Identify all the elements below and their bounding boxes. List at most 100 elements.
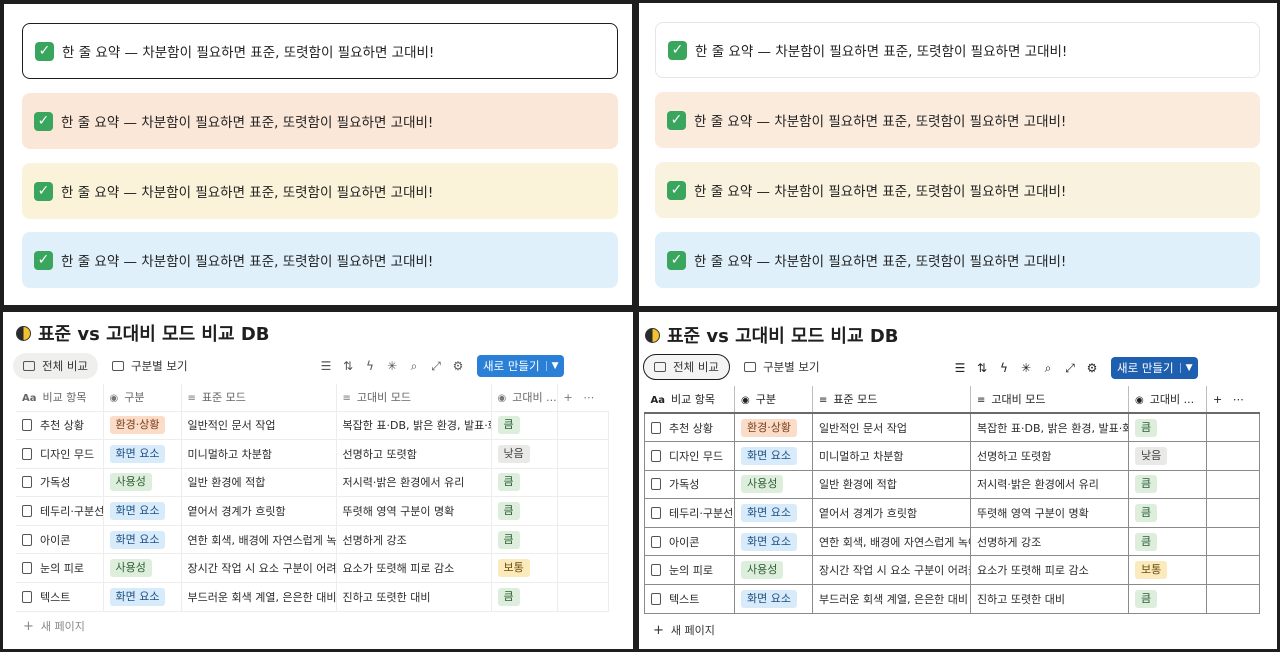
column-header-high-contrast[interactable]: ≡ 고대비 모드 xyxy=(970,386,1129,414)
cell-rating[interactable]: 큼 xyxy=(491,410,558,440)
cell-item[interactable]: 텍스트 xyxy=(644,584,735,614)
cell-standard[interactable]: 일반 환경에 적합 xyxy=(812,469,971,500)
table-row[interactable]: 아이콘 화면 요소 연한 회색, 배경에 자연스럽게 녹아 선명하게 강조 큼 xyxy=(644,526,1260,557)
column-header-item[interactable]: Aa 비교 항목 xyxy=(16,384,104,411)
column-header-rating[interactable]: ◉ 고대비 ... xyxy=(491,384,558,411)
cell-standard[interactable]: 일반적인 문서 작업 xyxy=(181,410,337,440)
filter-icon[interactable]: ☰ xyxy=(315,359,337,373)
cell-item[interactable]: 디자인 무드 xyxy=(644,441,735,471)
column-header-category[interactable]: ◉ 구분 xyxy=(103,384,182,411)
cell-high-contrast[interactable]: 선명하고 또렷함 xyxy=(970,441,1129,471)
cell-category[interactable]: 화면 요소 xyxy=(103,524,182,554)
automation-icon[interactable]: ϟ xyxy=(359,359,381,373)
column-header-standard[interactable]: ≡ 표준 모드 xyxy=(812,386,971,414)
table-row[interactable]: 가독성 사용성 일반 환경에 적합 저시력·밝은 환경에서 유리 큼 xyxy=(644,469,1260,500)
cell-standard[interactable]: 연한 회색, 배경에 자연스럽게 녹아 xyxy=(181,524,337,554)
new-button[interactable]: 새로 만들기 ▼ xyxy=(1111,357,1198,379)
cell-high-contrast[interactable]: 요소가 또렷해 피로 감소 xyxy=(970,555,1129,586)
add-column-icon[interactable]: + xyxy=(564,391,573,404)
cell-high-contrast[interactable]: 선명하게 강조 xyxy=(336,524,492,554)
cell-standard[interactable]: 옅어서 경계가 흐릿함 xyxy=(812,498,971,528)
sparkle-icon[interactable]: ✳ xyxy=(1015,361,1037,375)
cell-item[interactable]: 아이콘 xyxy=(16,524,104,554)
cell-item[interactable]: 디자인 무드 xyxy=(16,439,104,469)
cell-rating[interactable]: 보통 xyxy=(491,553,558,583)
cell-high-contrast[interactable]: 뚜렷해 영역 구분이 명확 xyxy=(970,498,1129,528)
callout-blue[interactable]: ✓ 한 줄 요약 — 차분함이 필요하면 표준, 또렷함이 필요하면 고대비! xyxy=(655,232,1260,288)
automation-icon[interactable]: ϟ xyxy=(993,361,1015,375)
search-icon[interactable]: ⌕ xyxy=(403,359,425,374)
cell-rating[interactable]: 낮음 xyxy=(491,439,558,469)
cell-item[interactable]: 눈의 피로 xyxy=(644,555,735,586)
cell-category[interactable]: 화면 요소 xyxy=(103,496,182,526)
table-row[interactable]: 추천 상황 환경·상황 일반적인 문서 작업 복잡한 표·DB, 밝은 환경, 발표·… xyxy=(644,412,1260,443)
callout-default[interactable]: ✓ 한 줄 요약 — 차분함이 필요하면 표준, 또렷함이 필요하면 고대비! xyxy=(22,23,618,79)
cell-rating[interactable]: 큼 xyxy=(491,524,558,554)
cell-rating[interactable]: 낮음 xyxy=(1128,441,1207,471)
cell-rating[interactable]: 큼 xyxy=(491,582,558,612)
cell-item[interactable]: 테두리·구분선 xyxy=(644,498,735,528)
cell-standard[interactable]: 부드러운 회색 계열, 은은한 대비 xyxy=(181,582,337,612)
column-header-category[interactable]: ◉ 구분 xyxy=(734,386,813,414)
filter-icon[interactable]: ☰ xyxy=(949,361,971,375)
expand-icon[interactable]: ⤢ xyxy=(425,359,447,374)
callout-orange[interactable]: ✓ 한 줄 요약 — 차분함이 필요하면 표준, 또렷함이 필요하면 고대비! xyxy=(22,93,618,149)
settings-icon[interactable]: ⚙ xyxy=(1081,361,1103,375)
add-column-icon[interactable]: + xyxy=(1213,393,1222,406)
expand-icon[interactable]: ⤢ xyxy=(1059,361,1081,376)
cell-rating[interactable]: 큼 xyxy=(491,467,558,497)
cell-high-contrast[interactable]: 진하고 또렷한 대비 xyxy=(970,584,1129,614)
cell-item[interactable]: 가독성 xyxy=(644,469,735,500)
cell-rating[interactable]: 큼 xyxy=(1128,526,1207,557)
cell-rating[interactable]: 큼 xyxy=(491,496,558,526)
cell-item[interactable]: 가독성 xyxy=(16,467,104,497)
column-header-standard[interactable]: ≡ 표준 모드 xyxy=(181,384,337,411)
callout-yellow[interactable]: ✓ 한 줄 요약 — 차분함이 필요하면 표준, 또렷함이 필요하면 고대비! xyxy=(655,162,1260,218)
cell-standard[interactable]: 장시간 작업 시 요소 구분이 어려울 xyxy=(181,553,337,583)
cell-rating[interactable]: 큼 xyxy=(1128,584,1207,614)
callout-default[interactable]: ✓ 한 줄 요약 — 차분함이 필요하면 표준, 또렷함이 필요하면 고대비! xyxy=(655,22,1260,78)
cell-standard[interactable]: 미니멀하고 차분함 xyxy=(812,441,971,471)
cell-category[interactable]: 화면 요소 xyxy=(734,441,813,471)
cell-high-contrast[interactable]: 저시력·밝은 환경에서 유리 xyxy=(336,467,492,497)
settings-icon[interactable]: ⚙ xyxy=(447,359,469,373)
cell-high-contrast[interactable]: 선명하게 강조 xyxy=(970,526,1129,557)
cell-category[interactable]: 사용성 xyxy=(734,555,813,586)
chevron-down-icon[interactable]: ▼ xyxy=(1179,363,1198,373)
cell-category[interactable]: 환경·상황 xyxy=(734,412,813,443)
table-row[interactable]: 가독성 사용성 일반 환경에 적합 저시력·밝은 환경에서 유리 큼 xyxy=(16,467,609,497)
cell-standard[interactable]: 장시간 작업 시 요소 구분이 어려울 xyxy=(812,555,971,586)
callout-yellow[interactable]: ✓ 한 줄 요약 — 차분함이 필요하면 표준, 또렷함이 필요하면 고대비! xyxy=(22,163,618,219)
more-icon[interactable]: ⋯ xyxy=(1233,393,1244,406)
cell-standard[interactable]: 미니멀하고 차분함 xyxy=(181,439,337,469)
cell-item[interactable]: 텍스트 xyxy=(16,582,104,612)
cell-item[interactable]: 추천 상황 xyxy=(644,412,735,443)
cell-category[interactable]: 화면 요소 xyxy=(734,584,813,614)
cell-high-contrast[interactable]: 복잡한 표·DB, 밝은 환경, 발표·화면 xyxy=(336,410,492,440)
callout-blue[interactable]: ✓ 한 줄 요약 — 차분함이 필요하면 표준, 또렷함이 필요하면 고대비! xyxy=(22,232,618,288)
table-row[interactable]: 아이콘 화면 요소 연한 회색, 배경에 자연스럽게 녹아 선명하게 강조 큼 xyxy=(16,524,609,554)
cell-category[interactable]: 사용성 xyxy=(103,553,182,583)
cell-rating[interactable]: 큼 xyxy=(1128,498,1207,528)
cell-rating[interactable]: 보통 xyxy=(1128,555,1207,586)
table-row[interactable]: 디자인 무드 화면 요소 미니멀하고 차분함 선명하고 또렷함 낮음 xyxy=(644,441,1260,471)
table-row[interactable]: 눈의 피로 사용성 장시간 작업 시 요소 구분이 어려울 요소가 또렷해 피로 감소… xyxy=(16,553,609,583)
callout-orange[interactable]: ✓ 한 줄 요약 — 차분함이 필요하면 표준, 또렷함이 필요하면 고대비! xyxy=(655,92,1260,148)
cell-rating[interactable]: 큼 xyxy=(1128,469,1207,500)
sparkle-icon[interactable]: ✳ xyxy=(381,359,403,373)
more-icon[interactable]: ⋯ xyxy=(583,391,594,404)
new-page-button[interactable]: + 새 페이지 xyxy=(23,618,85,634)
table-row[interactable]: 추천 상황 환경·상황 일반적인 문서 작업 복잡한 표·DB, 밝은 환경, 발표·… xyxy=(16,410,609,440)
cell-rating[interactable]: 큼 xyxy=(1128,412,1207,443)
cell-item[interactable]: 추천 상황 xyxy=(16,410,104,440)
tab-all-comparison[interactable]: 전체 비교 xyxy=(13,353,98,379)
cell-category[interactable]: 환경·상황 xyxy=(103,410,182,440)
cell-category[interactable]: 화면 요소 xyxy=(734,498,813,528)
cell-standard[interactable]: 일반 환경에 적합 xyxy=(181,467,337,497)
tab-grouped-view[interactable]: 구분별 보기 xyxy=(734,354,830,380)
table-row[interactable]: 텍스트 화면 요소 부드러운 회색 계열, 은은한 대비 진하고 또렷한 대비 큼 xyxy=(644,584,1260,614)
cell-high-contrast[interactable]: 복잡한 표·DB, 밝은 환경, 발표·화면 xyxy=(970,412,1129,443)
cell-standard[interactable]: 부드러운 회색 계열, 은은한 대비 xyxy=(812,584,971,614)
table-row[interactable]: 디자인 무드 화면 요소 미니멀하고 차분함 선명하고 또렷함 낮음 xyxy=(16,439,609,469)
cell-high-contrast[interactable]: 선명하고 또렷함 xyxy=(336,439,492,469)
